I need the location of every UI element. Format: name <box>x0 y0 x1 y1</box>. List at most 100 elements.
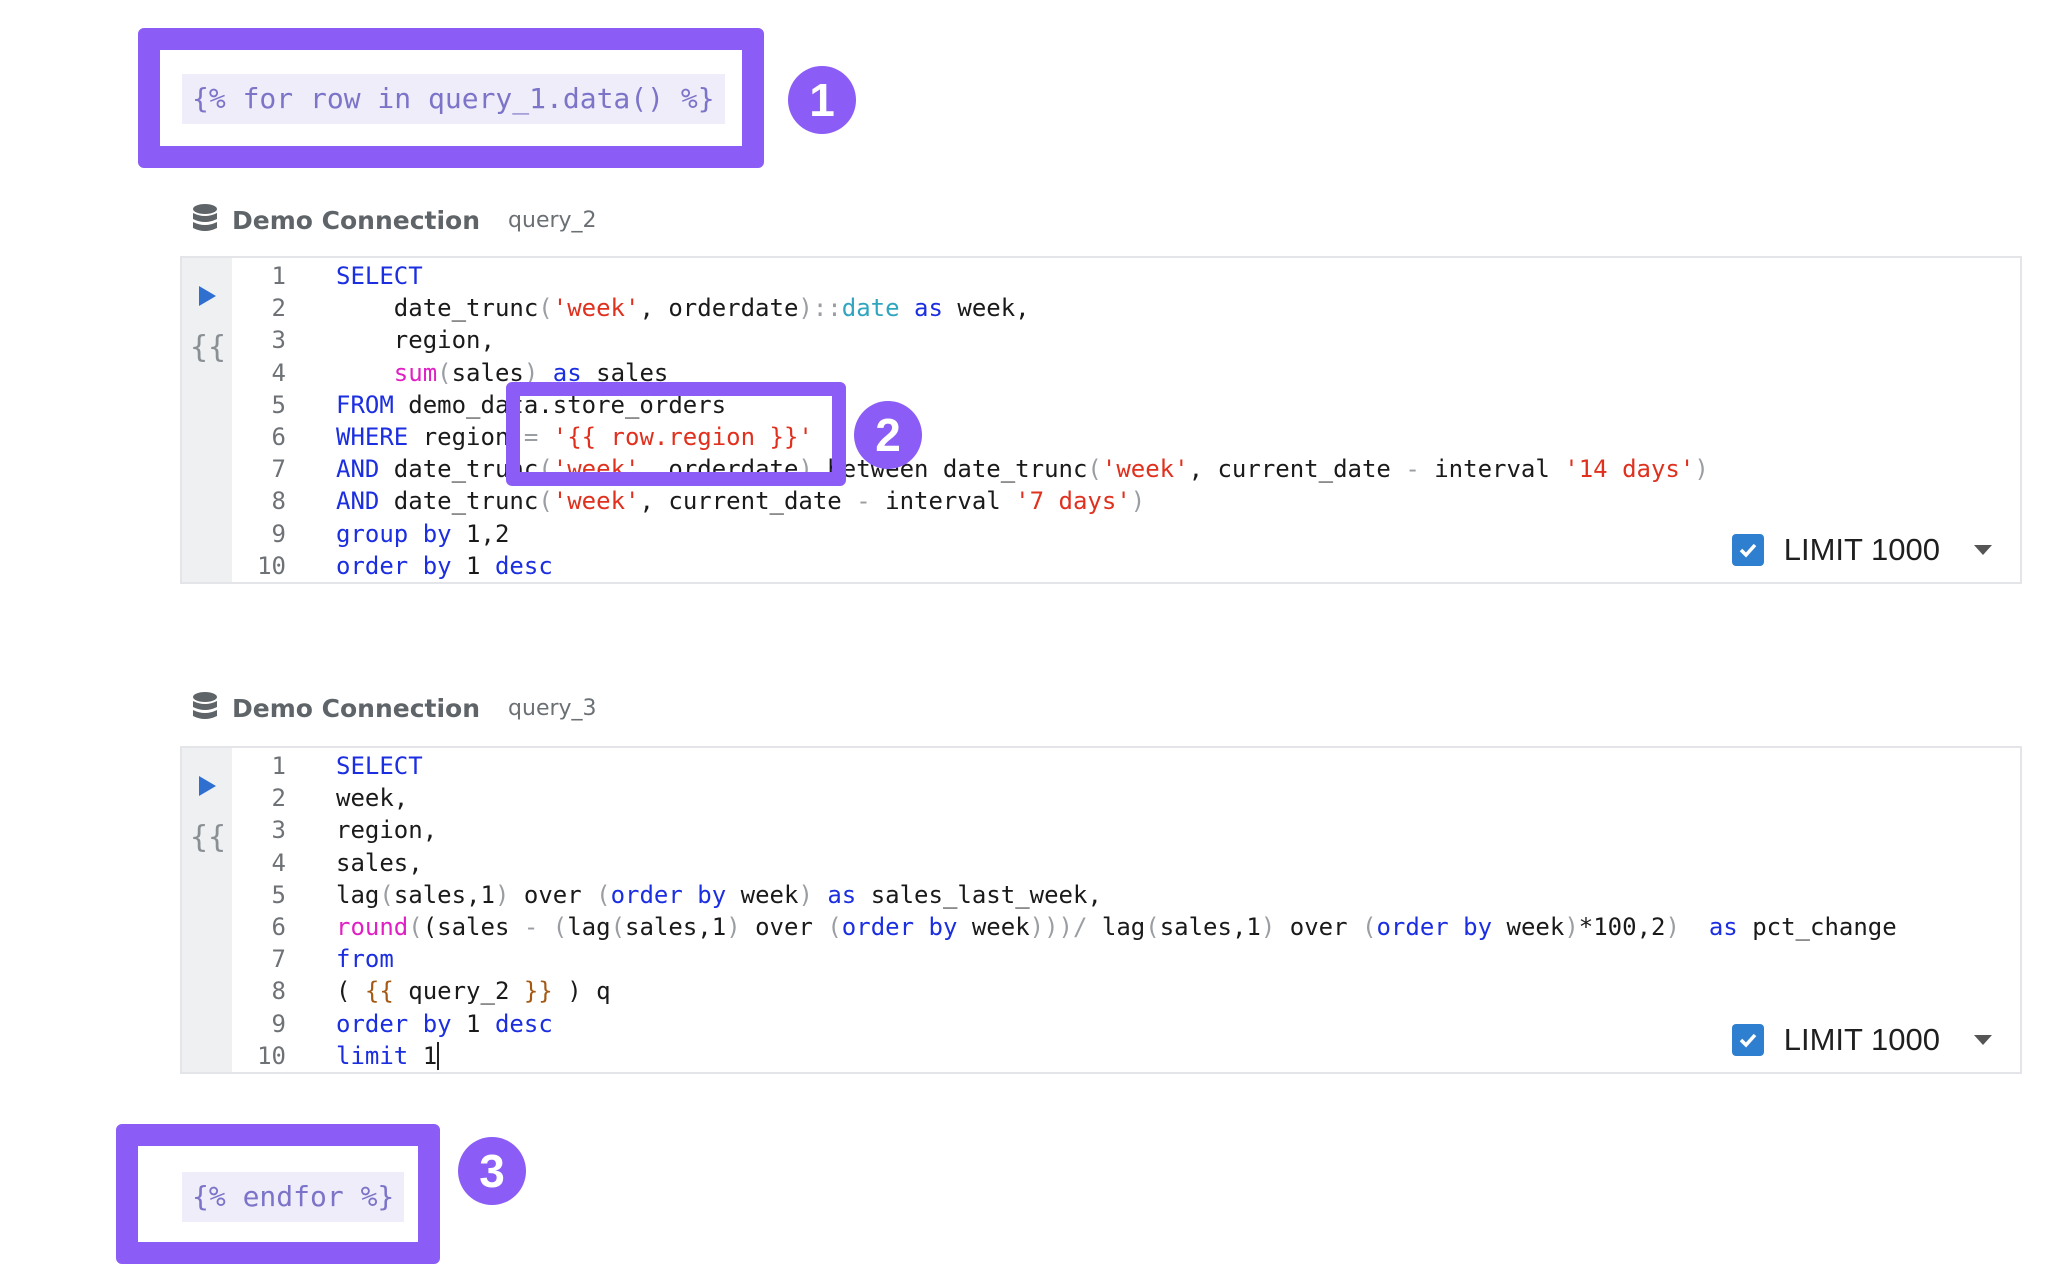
line-code[interactable]: region, <box>336 814 437 846</box>
code-token: 'week' <box>552 294 640 323</box>
code-token: ( <box>1087 455 1102 484</box>
line-number: 7 <box>271 945 286 974</box>
code-line[interactable]: 8 ( {{ query_2 }} ) q <box>232 975 2020 1007</box>
line-number: 9 <box>271 1009 286 1038</box>
code-line[interactable]: 8 AND date_trunc('week', current_date - i… <box>232 485 2020 517</box>
query-name[interactable]: query_3 <box>508 696 597 721</box>
code-line[interactable]: 1 SELECT <box>232 750 2020 782</box>
code-token: ( <box>379 880 394 909</box>
line-number: 10 <box>257 551 286 580</box>
code-line[interactable]: 6 WHERE region = '{{ row.region }}' <box>232 421 2020 453</box>
code-token: over <box>509 880 597 909</box>
code-token: week, <box>336 784 409 813</box>
code-token: )))/ <box>1029 912 1088 941</box>
line-code[interactable]: lag(sales,1) over (order by week) as sal… <box>336 879 1102 911</box>
code-line[interactable]: 4 sales, <box>232 847 2020 879</box>
line-code[interactable]: group by 1,2 <box>336 518 509 550</box>
line-code[interactable]: sales, <box>336 847 423 879</box>
code-token: ) <box>494 880 510 909</box>
jinja-braces-icon[interactable]: {{ <box>190 330 226 365</box>
code-token: WHERE <box>336 422 409 451</box>
code-token: - <box>1405 455 1420 484</box>
callout-badge-2: 2 <box>854 401 922 469</box>
sql-editor-query-2[interactable]: {{ 1 SELECT 2 date_trunc('week', orderdate… <box>180 256 2022 584</box>
query-name[interactable]: query_2 <box>508 208 597 233</box>
code-token: ) <box>1694 455 1709 484</box>
code-token: round <box>336 912 409 941</box>
code-line[interactable]: 3 region, <box>232 814 2020 846</box>
limit-control[interactable]: LIMIT 1000 <box>1731 1022 1992 1058</box>
limit-checkbox[interactable] <box>1731 1024 1764 1056</box>
code-line[interactable]: 5 FROM demo_data.store_orders <box>232 389 2020 421</box>
line-number: 6 <box>271 422 286 451</box>
code-token: }} <box>523 977 553 1006</box>
connection-name[interactable]: Demo Connection <box>232 694 480 723</box>
line-code[interactable]: from <box>336 943 394 975</box>
code-line[interactable]: 7 AND date_trunc('week', orderdate) betwe… <box>232 453 2020 485</box>
code-token: order <box>610 880 683 909</box>
line-code[interactable]: order by 1 desc <box>336 1008 553 1040</box>
callout-box-3 <box>116 1124 440 1264</box>
code-token: ( <box>1362 912 1377 941</box>
line-code[interactable]: SELECT <box>336 260 423 292</box>
code-token: week <box>1492 912 1565 941</box>
code-line[interactable]: 5 lag(sales,1) over (order by week) as sa… <box>232 879 2020 911</box>
code-token: desc <box>494 551 553 580</box>
code-token: by <box>928 912 958 941</box>
line-code[interactable]: ( {{ query_2 }} ) q <box>336 975 611 1007</box>
code-token: SELECT <box>336 752 423 780</box>
run-query-icon[interactable] <box>196 284 218 308</box>
line-number: 8 <box>271 487 286 516</box>
code-token: sales,1 <box>625 912 727 941</box>
line-code[interactable]: AND date_trunc('week', current_date - in… <box>336 485 1145 517</box>
line-code[interactable]: region, <box>336 324 495 356</box>
run-query-icon[interactable] <box>196 774 218 798</box>
chevron-down-icon[interactable] <box>1974 1035 1992 1045</box>
limit-label: LIMIT 1000 <box>1783 532 1940 567</box>
code-line[interactable]: 7 from <box>232 943 2020 975</box>
code-token: ( <box>408 912 423 941</box>
code-line[interactable]: 2 date_trunc('week', orderdate)::date as… <box>232 292 2020 324</box>
code-line[interactable]: 2 week, <box>232 782 2020 814</box>
code-token: as <box>914 294 943 323</box>
code-line[interactable]: 6 round((sales - (lag(sales,1) over (orde… <box>232 911 2020 943</box>
code-token: interval <box>870 487 1016 516</box>
limit-control[interactable]: LIMIT 1000 <box>1731 532 1992 568</box>
code-token: 'week' <box>1101 455 1189 484</box>
cell-header-query-3: Demo Connection query_3 <box>192 688 597 728</box>
chevron-down-icon[interactable] <box>1974 545 1992 555</box>
code-line[interactable]: 4 sum(sales) as sales <box>232 357 2020 389</box>
code-token: sales_last_week, <box>856 880 1102 909</box>
connection-name[interactable]: Demo Connection <box>232 206 480 235</box>
sql-editor-query-3[interactable]: {{ 1 SELECT 2 week, 3 region, 4 sales, 5 lag(sale… <box>180 746 2022 1074</box>
code-token: region, <box>336 326 495 355</box>
code-token: group <box>336 519 409 548</box>
code-token: AND <box>336 455 380 484</box>
code-token: 1 <box>451 551 495 580</box>
line-code[interactable]: limit 1 <box>336 1040 440 1072</box>
code-token: week <box>957 912 1030 941</box>
code-token: '14 days' <box>1564 455 1695 484</box>
code-token: ) <box>1665 912 1680 941</box>
line-code[interactable]: week, <box>336 782 408 814</box>
code-token: AND <box>336 487 380 516</box>
jinja-braces-icon[interactable]: {{ <box>190 820 226 855</box>
line-code[interactable]: SELECT <box>336 750 423 782</box>
limit-checkbox[interactable] <box>1731 534 1764 566</box>
callout-badge-3: 3 <box>458 1137 526 1205</box>
code-token: order <box>336 1009 409 1038</box>
code-token: by <box>422 519 452 548</box>
line-code[interactable]: date_trunc('week', orderdate)::date as w… <box>336 292 1030 324</box>
code-token: over <box>740 912 828 941</box>
code-line[interactable]: 1 SELECT <box>232 260 2020 292</box>
code-token: limit <box>336 1041 409 1070</box>
code-token: ( <box>827 912 842 941</box>
code-line[interactable]: 3 region, <box>232 324 2020 356</box>
line-code[interactable]: order by 1 desc <box>336 550 553 582</box>
line-code[interactable]: round((sales - (lag(sales,1) over (order… <box>336 911 1897 943</box>
code-token: ( <box>336 977 365 1006</box>
